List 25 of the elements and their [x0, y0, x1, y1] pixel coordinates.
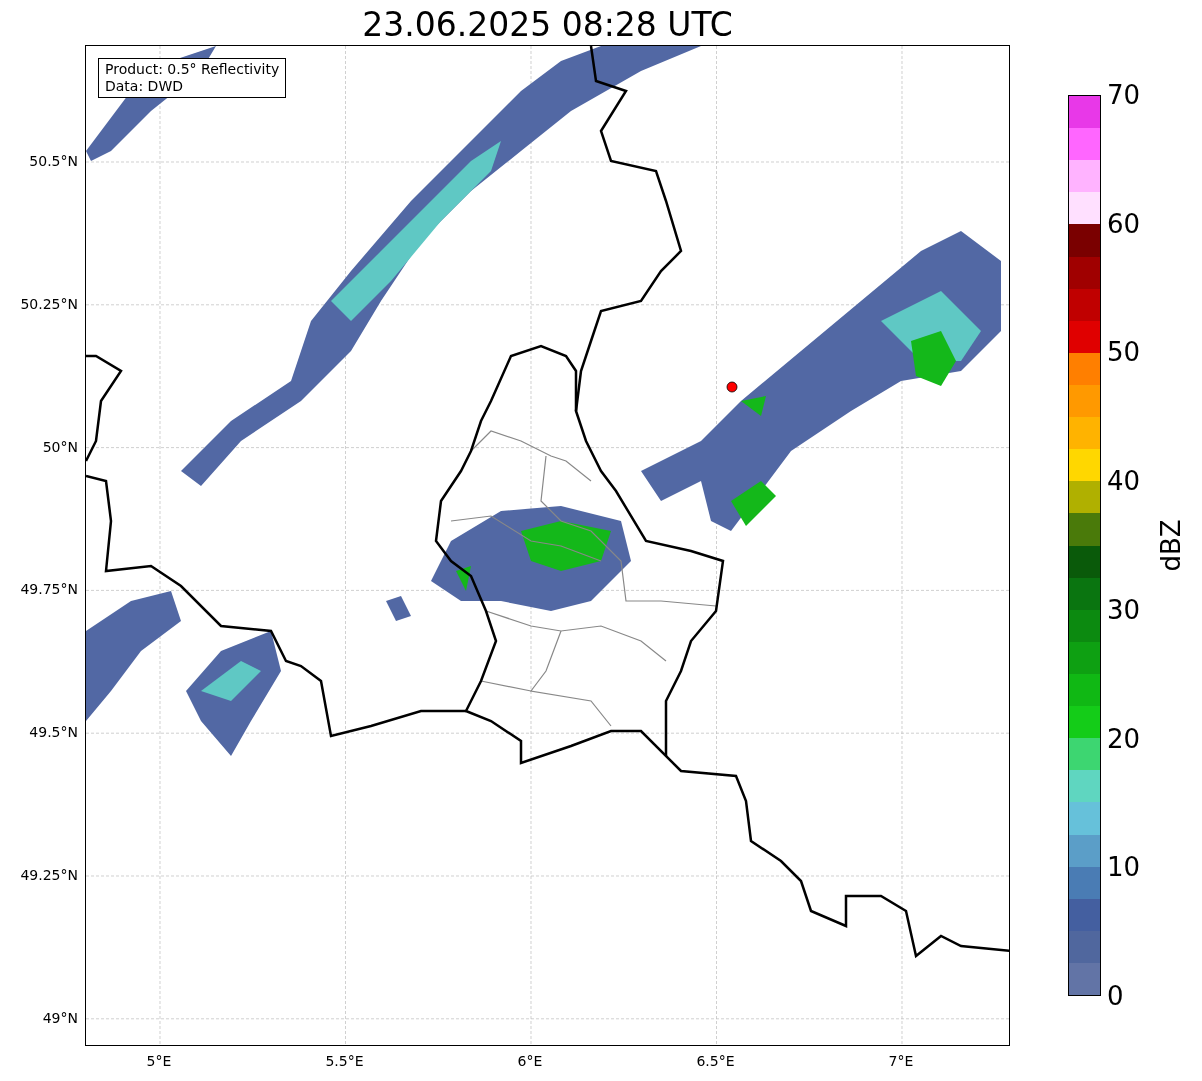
latitude-label: 50°N [42, 438, 78, 455]
colorbar-tick-label: 20 [1107, 724, 1141, 753]
latitude-label: 50.5°N [29, 153, 78, 169]
location-dot [726, 381, 738, 393]
longitude-label: 5°E [146, 1053, 172, 1069]
colorbar-axis-title: dBZ [1154, 519, 1187, 572]
latitude-label: 49.25°N [20, 867, 78, 883]
colorbar-tick-label: 40 [1107, 467, 1141, 496]
latitude-label: 49.5°N [29, 724, 78, 741]
longitude-label: 6°E [517, 1053, 543, 1069]
legend-text: Data: DWD [105, 78, 184, 95]
latitude-label: 49°N [42, 1009, 78, 1026]
longitude-label: 7°E [888, 1053, 914, 1069]
legend-text: Product: 0.5° Reflectivity [105, 61, 280, 78]
latitude-label: 49.75°N [20, 581, 78, 598]
longitude-label: 5.5°E [325, 1053, 364, 1069]
colorbar-tick-label: 10 [1107, 853, 1141, 882]
colorbar-tick-label: 50 [1107, 338, 1141, 367]
chart-title: 23.06.2025 08:28 UTC [361, 5, 734, 45]
colorbar-tick-label: 70 [1107, 81, 1141, 109]
longitude-label: 6.5°E [696, 1053, 735, 1069]
colorbar-tick-label: 60 [1107, 209, 1141, 238]
colorbar-tick-label: 30 [1107, 595, 1141, 624]
colorbar-tick-label: 0 [1107, 982, 1124, 1010]
latitude-label: 50.25°N [20, 295, 78, 312]
